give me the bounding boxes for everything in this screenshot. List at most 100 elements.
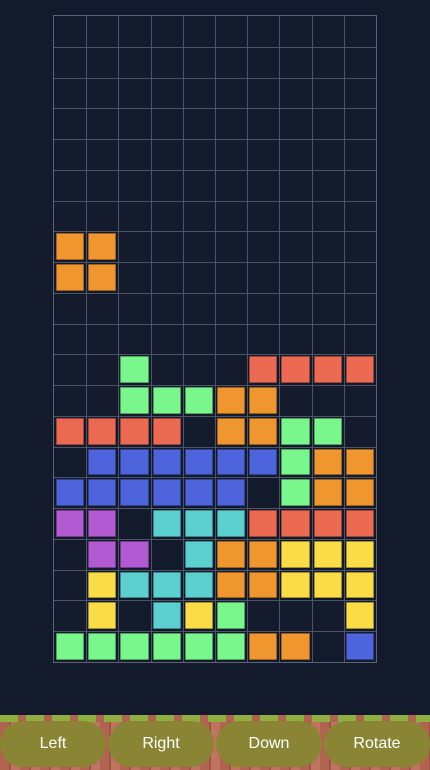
block-cell bbox=[88, 448, 117, 476]
grid-line-horizontal bbox=[54, 446, 376, 448]
grid-line-horizontal bbox=[54, 292, 376, 294]
grid-line-horizontal bbox=[54, 323, 376, 325]
block-cell bbox=[184, 510, 213, 537]
block-cell bbox=[184, 602, 213, 630]
block-cell bbox=[88, 233, 117, 261]
block-cell bbox=[152, 571, 181, 599]
block-cell bbox=[88, 602, 117, 630]
block-cell bbox=[120, 479, 149, 507]
left-button[interactable]: Left bbox=[0, 721, 106, 767]
block-cell bbox=[217, 540, 246, 568]
block-cell bbox=[184, 571, 213, 599]
block-cell bbox=[56, 510, 85, 537]
grid-line-vertical bbox=[247, 16, 249, 662]
block-cell bbox=[217, 417, 246, 445]
block-cell bbox=[313, 448, 342, 476]
block-cell bbox=[120, 571, 149, 599]
block-cell bbox=[313, 540, 342, 568]
block-cell bbox=[345, 633, 374, 660]
block-cell bbox=[88, 264, 117, 291]
block-cell bbox=[281, 417, 310, 445]
rotate-button[interactable]: Rotate bbox=[324, 721, 430, 767]
block-cell bbox=[88, 540, 117, 568]
grid-line-horizontal bbox=[54, 508, 376, 510]
block-cell bbox=[281, 448, 310, 476]
block-cell bbox=[249, 571, 278, 599]
grid-line-horizontal bbox=[54, 631, 376, 633]
block-cell bbox=[345, 356, 374, 384]
block-cell bbox=[281, 510, 310, 537]
block-cell bbox=[184, 448, 213, 476]
grid-line-horizontal bbox=[54, 354, 376, 356]
block-cell bbox=[345, 448, 374, 476]
block-cell bbox=[56, 417, 85, 445]
grid-line-horizontal bbox=[54, 169, 376, 171]
grid-line-horizontal bbox=[54, 108, 376, 110]
grid-line-vertical bbox=[215, 16, 216, 662]
block-cell bbox=[217, 633, 246, 660]
game-board bbox=[53, 15, 377, 663]
grid-line-horizontal bbox=[54, 46, 376, 48]
grid-line-vertical bbox=[311, 16, 313, 662]
block-cell bbox=[56, 479, 85, 507]
grid-line-horizontal bbox=[54, 477, 376, 479]
block-cell bbox=[217, 387, 246, 414]
block-cell bbox=[88, 571, 117, 599]
block-cell bbox=[313, 571, 342, 599]
block-cell bbox=[249, 540, 278, 568]
block-cell bbox=[249, 387, 278, 414]
block-cell bbox=[152, 448, 181, 476]
grid-line-vertical bbox=[86, 16, 88, 662]
block-cell bbox=[152, 602, 181, 630]
block-cell bbox=[281, 540, 310, 568]
block-cell bbox=[345, 571, 374, 599]
block-cell bbox=[120, 633, 149, 660]
block-cell bbox=[56, 633, 85, 660]
grid-line-horizontal bbox=[54, 231, 376, 233]
block-cell bbox=[313, 479, 342, 507]
block-cell bbox=[184, 387, 213, 414]
block-cell bbox=[88, 633, 117, 660]
block-cell bbox=[249, 417, 278, 445]
block-cell bbox=[281, 479, 310, 507]
block-cell bbox=[120, 356, 149, 384]
block-cell bbox=[184, 479, 213, 507]
grid-line-horizontal bbox=[54, 385, 376, 387]
block-cell bbox=[56, 264, 85, 291]
grid-line-horizontal bbox=[54, 538, 376, 540]
right-button[interactable]: Right bbox=[108, 721, 214, 767]
block-cell bbox=[184, 633, 213, 660]
block-cell bbox=[152, 417, 181, 445]
block-cell bbox=[152, 510, 181, 537]
block-cell bbox=[56, 233, 85, 261]
block-cell bbox=[281, 633, 310, 660]
block-cell bbox=[88, 510, 117, 537]
block-cell bbox=[217, 448, 246, 476]
block-cell bbox=[345, 602, 374, 630]
grid-line-vertical bbox=[343, 16, 345, 662]
block-cell bbox=[217, 602, 246, 630]
block-cell bbox=[88, 479, 117, 507]
grid-line-horizontal bbox=[54, 200, 376, 202]
grid-line-vertical bbox=[118, 16, 120, 662]
block-cell bbox=[217, 479, 246, 507]
block-cell bbox=[281, 571, 310, 599]
block-cell bbox=[120, 540, 149, 568]
grid-line-horizontal bbox=[54, 139, 376, 141]
block-cell bbox=[217, 510, 246, 537]
down-button[interactable]: Down bbox=[216, 721, 322, 767]
block-cell bbox=[217, 571, 246, 599]
grid-line-horizontal bbox=[54, 600, 376, 602]
block-cell bbox=[249, 356, 278, 384]
block-cell bbox=[120, 417, 149, 445]
block-cell bbox=[249, 633, 278, 660]
block-cell bbox=[184, 540, 213, 568]
block-cell bbox=[249, 510, 278, 537]
grid-line-horizontal bbox=[54, 415, 376, 417]
grid-line-horizontal bbox=[54, 77, 376, 79]
grid-line-vertical bbox=[150, 16, 152, 662]
block-cell bbox=[88, 417, 117, 445]
block-cell bbox=[345, 479, 374, 507]
block-cell bbox=[313, 356, 342, 384]
grid-line-vertical bbox=[182, 16, 184, 662]
